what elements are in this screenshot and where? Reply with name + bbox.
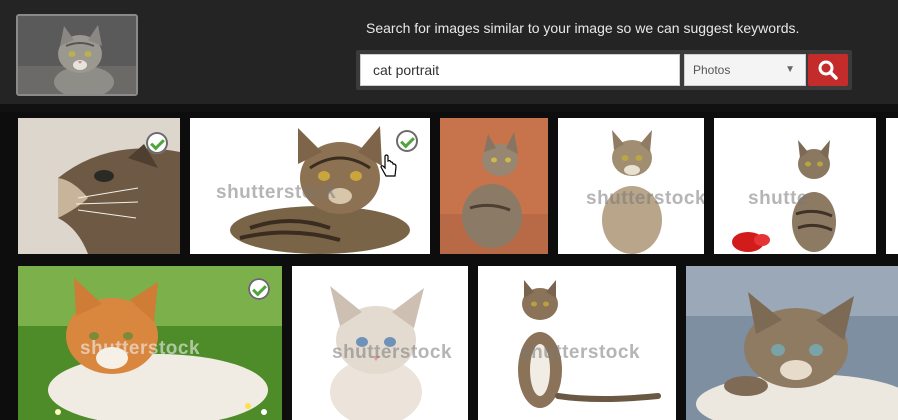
hand-cursor-icon xyxy=(380,154,397,177)
result-tile-6[interactable] xyxy=(886,118,898,254)
watermark-text: shutterstock xyxy=(216,182,337,203)
cat-photo xyxy=(558,118,704,254)
result-tile-2[interactable]: shutterstock xyxy=(190,118,430,254)
query-image-thumbnail[interactable] xyxy=(16,14,138,96)
checkmark-icon[interactable] xyxy=(146,132,168,154)
result-tile-3[interactable] xyxy=(440,118,548,254)
search-button[interactable] xyxy=(808,54,848,86)
watermark-text: shutterstock xyxy=(80,338,201,359)
result-tile-4[interactable]: shutterstock xyxy=(558,118,704,254)
cat-photo xyxy=(714,118,876,254)
cat-photo xyxy=(686,266,898,420)
search-header: Search for images similar to your image … xyxy=(0,0,898,108)
search-bar: Photos ▼ xyxy=(356,50,852,90)
watermark-text: shutterstock xyxy=(332,342,453,363)
watermark-text: shutte xyxy=(748,188,808,209)
search-hint-text: Search for images similar to your image … xyxy=(366,20,800,36)
result-tile-5[interactable]: shutte xyxy=(714,118,876,254)
header-divider xyxy=(0,104,898,112)
result-tile-7[interactable]: shutterstock xyxy=(18,266,282,420)
checkmark-icon[interactable] xyxy=(396,130,418,152)
watermark-text: shutterstock xyxy=(520,342,641,363)
image-type-selected: Photos xyxy=(693,63,731,77)
result-tile-10[interactable] xyxy=(686,266,898,420)
search-input[interactable] xyxy=(360,54,680,86)
cat-photo xyxy=(18,16,136,94)
result-tile-9[interactable]: shutterstock xyxy=(478,266,676,420)
cat-photo xyxy=(440,118,548,254)
image-type-select[interactable]: Photos ▼ xyxy=(684,54,806,86)
result-tile-8[interactable]: shutterstock xyxy=(292,266,468,420)
chevron-down-icon: ▼ xyxy=(785,64,795,75)
watermark-text: shutterstock xyxy=(586,188,704,209)
search-icon xyxy=(818,60,838,80)
result-tile-1[interactable] xyxy=(18,118,180,254)
checkmark-icon[interactable] xyxy=(248,278,270,300)
